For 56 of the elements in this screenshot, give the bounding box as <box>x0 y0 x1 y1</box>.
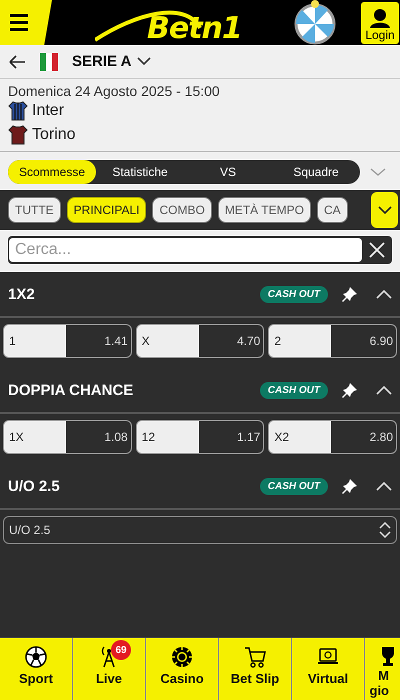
tab[interactable]: Scommesse <box>8 160 96 184</box>
filter-chip[interactable]: CA <box>316 197 348 223</box>
tab[interactable]: Statistiche <box>96 160 184 184</box>
cart-icon <box>244 646 266 668</box>
market-title: U/O 2.5 <box>8 478 60 494</box>
odds-value: 1.08 <box>66 421 131 453</box>
menu-icon <box>10 14 28 31</box>
flag-icon <box>40 52 58 70</box>
search-field[interactable]: Cerca... <box>9 238 362 262</box>
cash-out-badge: CASH OUT <box>260 382 328 398</box>
pin-icon[interactable] <box>342 286 358 302</box>
odds-value: 6.90 <box>331 325 396 357</box>
odds-button[interactable]: 12 1.17 <box>136 420 264 454</box>
close-icon <box>369 242 385 258</box>
odds-value: 1.41 <box>66 325 131 357</box>
team-name: Torino <box>32 126 76 144</box>
market-title: 1X2 <box>8 286 35 302</box>
filter-chip[interactable]: PRINCIPALI <box>66 197 146 223</box>
chevron-down-icon <box>378 206 392 214</box>
odds-value: 2.80 <box>331 421 396 453</box>
user-icon <box>369 8 391 28</box>
odds-value: 4.70 <box>198 325 264 357</box>
expand-button[interactable] <box>371 192 398 228</box>
casino-chip-icon <box>171 646 193 668</box>
odds-value: 1.17 <box>198 421 264 453</box>
cash-out-badge: CASH OUT <box>260 286 328 302</box>
odds-button[interactable]: X 4.70 <box>136 324 264 358</box>
soccer-ball-icon <box>25 646 47 668</box>
odds-button[interactable]: 2 6.90 <box>268 324 398 358</box>
filter-chip[interactable]: COMBO <box>152 197 212 223</box>
pin-icon[interactable] <box>342 478 358 494</box>
match-datetime: Domenica 24 Agosto 2025 - 15:00 <box>8 83 221 99</box>
menu-button[interactable] <box>0 0 52 45</box>
filter-chip[interactable]: TUTTE <box>8 197 61 223</box>
pin-icon[interactable] <box>342 382 358 398</box>
tab[interactable]: Squadre <box>272 160 360 184</box>
login-button[interactable]: Login <box>361 2 399 44</box>
chevron-up-icon[interactable] <box>376 386 392 394</box>
odds-button[interactable]: 1 1.41 <box>3 324 132 358</box>
league-dropdown[interactable]: SERIE A <box>72 53 152 70</box>
line-dropdown[interactable]: U/O 2.5 <box>3 516 397 544</box>
odds-button[interactable]: X2 2.80 <box>268 420 398 454</box>
cash-out-badge: CASH OUT <box>260 478 328 494</box>
market-title: DOPPIA CHANCE <box>8 382 134 398</box>
count-badge: 69 <box>111 640 131 660</box>
up-down-icon <box>379 522 391 538</box>
chevron-up-icon[interactable] <box>376 290 392 298</box>
filter-chip[interactable]: METÀ TEMPO <box>218 197 311 223</box>
chevron-up-icon[interactable] <box>376 482 392 490</box>
logo: Betn1 <box>147 11 242 46</box>
chevron-down-icon <box>137 57 152 66</box>
team-name: Inter <box>32 102 64 120</box>
tab[interactable]: VS <box>184 160 272 184</box>
prize-wheel-icon[interactable] <box>293 0 337 45</box>
odds-button[interactable]: 1X 1.08 <box>3 420 132 454</box>
back-arrow-icon[interactable] <box>8 54 26 70</box>
